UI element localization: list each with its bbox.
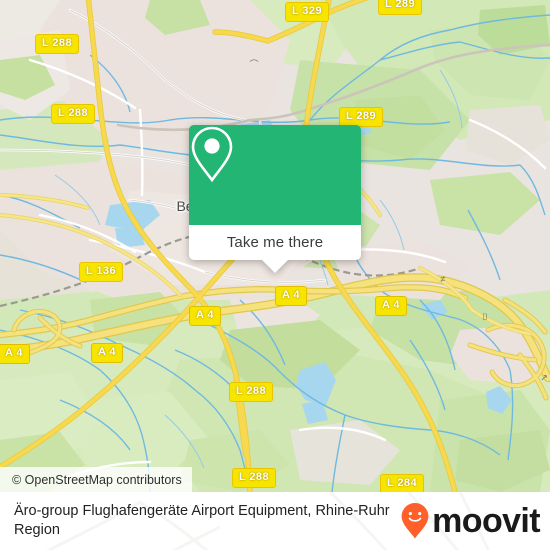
location-pin-icon — [191, 126, 233, 183]
road-shield: A 4 — [91, 343, 123, 363]
moovit-brand[interactable]: moovit — [400, 502, 541, 540]
road-shield: L 289 — [378, 0, 422, 15]
map-canvas[interactable]: Be ≠ ⌷ ↗ ⌒ L 288 L 329 L 289 L 288 L 289 L 13… — [0, 0, 550, 492]
popup-pointer — [262, 260, 288, 273]
road-shield: L 284 — [380, 474, 424, 492]
map-page: Be ≠ ⌷ ↗ ⌒ L 288 L 329 L 289 L 288 L 289 L 13… — [0, 0, 550, 550]
map-glyph-marker-a: ≠ — [440, 274, 446, 284]
osm-attribution-label: © OpenStreetMap contributors — [12, 472, 182, 487]
road-shield: L 288 — [232, 468, 276, 488]
road-shield: L 288 — [35, 34, 79, 54]
road-shield: A 4 — [189, 306, 221, 326]
popup-header — [189, 125, 361, 225]
road-shield: A 4 — [275, 286, 307, 306]
take-me-there-button[interactable]: Take me there — [189, 225, 361, 260]
map-glyph-marker-c: ↗ — [540, 372, 548, 383]
moovit-wordmark: moovit — [432, 502, 540, 540]
road-shield: L 136 — [79, 262, 123, 282]
location-popup[interactable]: Take me there — [189, 125, 361, 273]
take-me-there-label: Take me there — [226, 234, 324, 251]
road-shield: A 4 — [375, 296, 407, 316]
road-shield: A 4 — [0, 344, 30, 364]
road-shield: L 289 — [339, 107, 383, 127]
road-shield: L 288 — [51, 104, 95, 124]
map-glyph-marker-d: ⌒ — [249, 59, 259, 70]
footer-bar: Äro-group Flughafengeräte Airport Equipm… — [0, 492, 550, 550]
road-shield: L 329 — [285, 2, 329, 22]
road-shield: L 288 — [229, 382, 273, 402]
page-title: Äro-group Flughafengeräte Airport Equipm… — [14, 503, 390, 538]
moovit-smiley-pin-icon — [401, 503, 429, 539]
map-glyph-marker-b: ⌷ — [482, 311, 488, 322]
osm-attribution[interactable]: © OpenStreetMap contributors — [0, 467, 192, 492]
